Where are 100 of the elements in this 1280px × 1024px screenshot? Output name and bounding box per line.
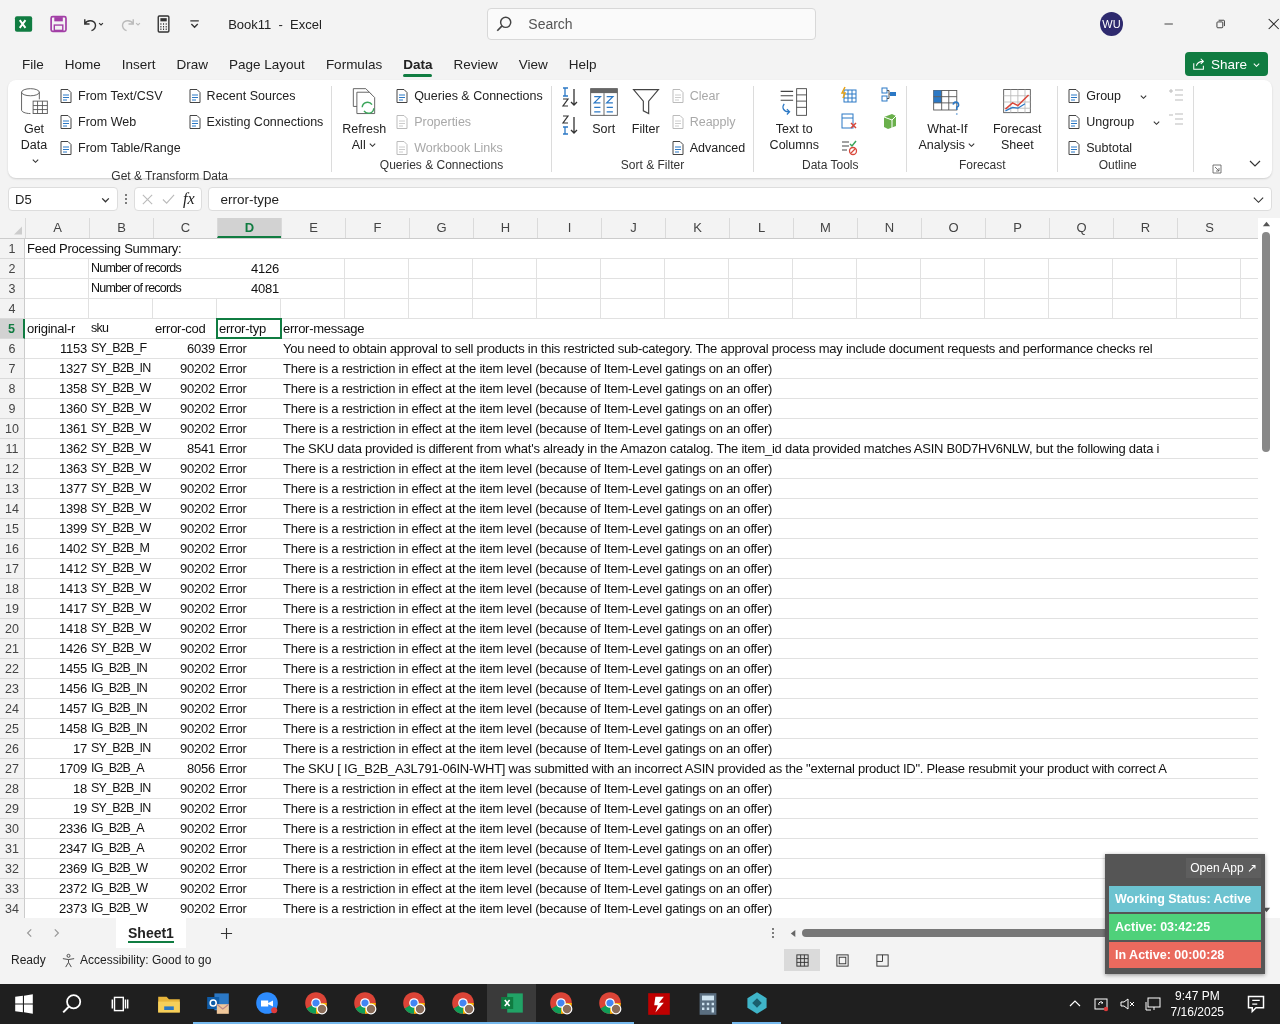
mail-icon[interactable] [205, 991, 230, 1015]
scroll-thumb[interactable] [1262, 232, 1270, 452]
row-header[interactable]: 13 [0, 479, 25, 499]
browser-icon[interactable] [401, 991, 426, 1015]
insert-function-button[interactable]: fx [183, 190, 195, 208]
row-header[interactable]: 8 [0, 379, 25, 399]
scroll-left-icon[interactable] [788, 928, 798, 938]
ribbon-tab[interactable]: View [509, 50, 557, 78]
save-icon[interactable] [49, 14, 69, 34]
ribbon-tab[interactable]: Review [444, 50, 507, 78]
column-header[interactable]: A [25, 218, 89, 238]
row-header[interactable]: 15 [0, 519, 25, 539]
row-header[interactable]: 21 [0, 639, 25, 659]
row-header[interactable]: 33 [0, 879, 25, 899]
ribbon-button[interactable]: Group [1066, 86, 1162, 106]
data-validation-icon[interactable] [840, 138, 859, 156]
row-header[interactable]: 31 [0, 839, 25, 859]
column-header[interactable]: J [601, 218, 665, 238]
browser-icon[interactable] [597, 991, 622, 1015]
row-header[interactable]: 16 [0, 539, 25, 559]
network-icon[interactable] [1144, 996, 1161, 1012]
ribbon-button[interactable]: Forecast Sheet [985, 86, 1050, 158]
column-header[interactable]: H [473, 218, 537, 238]
row-header[interactable]: 4 [0, 299, 25, 319]
row-header[interactable]: 23 [0, 679, 25, 699]
add-sheet-icon[interactable] [219, 926, 233, 940]
row-header[interactable]: 30 [0, 819, 25, 839]
ribbon-tab[interactable]: Page Layout [220, 50, 314, 78]
ribbon-button[interactable]: Ungroup [1066, 112, 1162, 132]
row-header[interactable]: 9 [0, 399, 25, 419]
ribbon-button[interactable]: From Table/Range [58, 138, 181, 158]
row-header[interactable]: 25 [0, 719, 25, 739]
search-field[interactable]: Search [487, 8, 816, 40]
ribbon-button[interactable]: Queries & Connections [394, 86, 543, 106]
more-icon[interactable] [124, 192, 128, 206]
row-header[interactable]: 6 [0, 339, 25, 359]
relationships-icon[interactable] [880, 86, 899, 104]
ribbon-button[interactable]: Recent Sources [186, 86, 324, 106]
column-header[interactable]: B [89, 218, 153, 238]
ribbon-button[interactable]: Existing Connections [186, 112, 324, 132]
close-icon[interactable] [1266, 17, 1280, 31]
row-header[interactable]: 29 [0, 799, 25, 819]
column-header[interactable]: N [857, 218, 921, 238]
row-header[interactable]: 22 [0, 659, 25, 679]
spreadsheet-icon[interactable] [499, 991, 524, 1015]
speaker-muted-icon[interactable] [1118, 996, 1135, 1012]
clock-date[interactable]: 7/16/2025 [1170, 1004, 1224, 1020]
ribbon-tab[interactable]: Insert [112, 50, 165, 78]
column-header[interactable]: E [281, 218, 345, 238]
restore-icon[interactable] [1214, 17, 1228, 31]
row-header[interactable]: 11 [0, 439, 25, 459]
column-header[interactable]: R [1113, 218, 1177, 238]
ribbon-button[interactable]: From Text/CSV [58, 86, 181, 106]
column-header[interactable]: I [537, 218, 601, 238]
ribbon-button[interactable]: Text to Columns [762, 86, 827, 158]
ribbon-tab[interactable]: Formulas [316, 50, 392, 78]
more-icon[interactable] [770, 926, 775, 940]
column-header[interactable]: P [985, 218, 1049, 238]
dialog-launcher-icon[interactable] [1212, 164, 1222, 174]
browser-icon[interactable] [352, 991, 377, 1015]
row-header[interactable]: 34 [0, 899, 25, 918]
ribbon-button[interactable]: Advanced [669, 138, 746, 158]
row-header[interactable]: 20 [0, 619, 25, 639]
row-header[interactable]: 2 [0, 259, 25, 279]
row-header[interactable]: 14 [0, 499, 25, 519]
browser-icon[interactable] [548, 991, 573, 1015]
ribbon-button[interactable]: Refresh All [340, 86, 389, 158]
ribbon-button[interactable]: Subtotal [1066, 138, 1162, 158]
browser-icon[interactable] [450, 991, 475, 1015]
sort-descending-icon[interactable] [559, 114, 580, 136]
check-icon[interactable] [162, 192, 175, 206]
ribbon-button[interactable]: Get Data [16, 86, 52, 169]
row-header[interactable]: 10 [0, 419, 25, 439]
row-header[interactable]: 12 [0, 459, 25, 479]
lightning-icon[interactable] [646, 992, 671, 1016]
column-header[interactable]: O [921, 218, 985, 238]
row-header[interactable]: 17 [0, 559, 25, 579]
accessibility-status[interactable]: Accessibility: Good to go [61, 952, 212, 968]
row-header[interactable]: 19 [0, 599, 25, 619]
ribbon-button[interactable]: What-If Analysis [915, 86, 980, 158]
row-header[interactable]: 28 [0, 779, 25, 799]
column-header[interactable]: K [665, 218, 729, 238]
open-app-button[interactable]: Open App ↗ [1186, 858, 1261, 878]
column-header[interactable]: L [729, 218, 793, 238]
row-header[interactable]: 24 [0, 699, 25, 719]
row-header[interactable]: 32 [0, 859, 25, 879]
ribbon-tab[interactable]: Draw [167, 50, 218, 78]
ribbon-tab[interactable]: Data [394, 50, 442, 78]
ribbon-button[interactable]: From Web [58, 112, 181, 132]
ribbon-tab[interactable]: File [13, 50, 53, 78]
row-header[interactable]: 7 [0, 359, 25, 379]
video-icon[interactable] [254, 991, 279, 1015]
row-header[interactable]: 1 [0, 239, 25, 259]
formula-field[interactable]: error-type [207, 187, 1272, 211]
flash-fill-icon[interactable] [840, 86, 859, 104]
column-header[interactable]: Q [1049, 218, 1113, 238]
view-button[interactable] [784, 949, 821, 971]
ribbon-tab[interactable]: Home [55, 50, 110, 78]
column-header[interactable]: G [409, 218, 473, 238]
notification-icon[interactable] [1246, 994, 1266, 1014]
